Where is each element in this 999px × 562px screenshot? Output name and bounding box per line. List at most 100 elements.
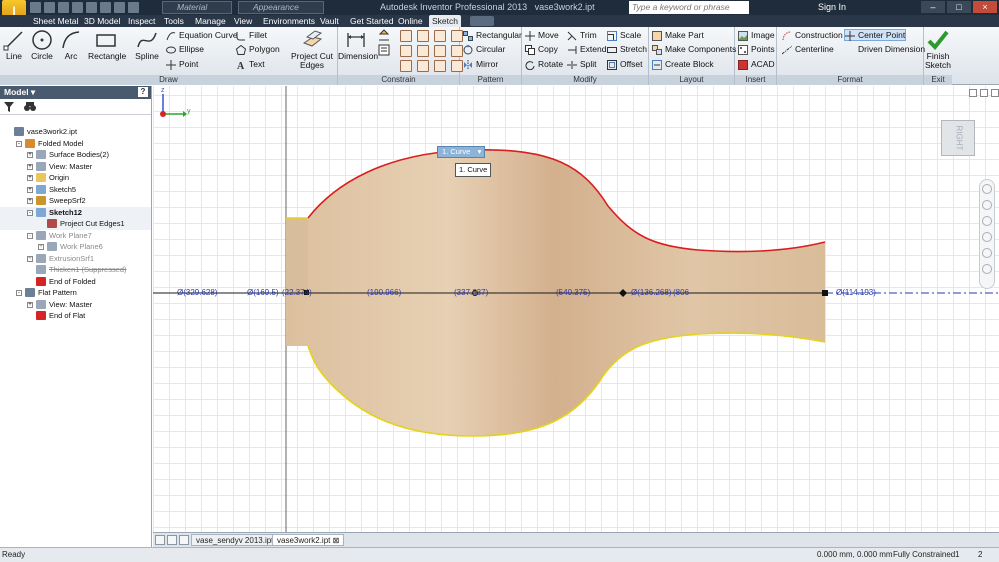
- tree-item[interactable]: - Folded Model: [0, 138, 151, 150]
- tree-item[interactable]: + Origin: [0, 172, 151, 184]
- maximize-icon[interactable]: □: [947, 1, 971, 13]
- restore-icon[interactable]: [969, 89, 977, 97]
- new-icon[interactable]: [30, 2, 41, 13]
- expand-icon[interactable]: +: [38, 244, 44, 250]
- insert-panel-title[interactable]: Insert: [735, 75, 776, 85]
- tab-view[interactable]: View: [231, 15, 255, 27]
- move-button[interactable]: Move: [525, 30, 559, 42]
- collapse-icon[interactable]: -: [16, 290, 22, 296]
- tree-item[interactable]: + Work Plane6: [0, 241, 151, 253]
- doc-tab-vase3work2[interactable]: vase3work2.ipt ⊠: [272, 534, 345, 546]
- smooth-constraint-icon[interactable]: [400, 60, 412, 72]
- tree-item[interactable]: + SweepSrf2: [0, 195, 151, 207]
- tab-sheet-metal[interactable]: Sheet Metal: [30, 15, 81, 27]
- tree-item[interactable]: Project Cut Edges1: [0, 218, 151, 230]
- show-constraints-icon[interactable]: [378, 44, 390, 56]
- expand-icon[interactable]: +: [27, 255, 33, 262]
- make-components-button[interactable]: Make Components: [652, 44, 736, 56]
- tree-item[interactable]: vase3work2.ipt: [0, 126, 151, 138]
- tab-get-started[interactable]: Get Started: [347, 15, 396, 27]
- expand-icon[interactable]: +: [27, 175, 33, 181]
- dimension-label-2[interactable]: (22.374): [282, 288, 312, 297]
- tree-item[interactable]: + View: Master: [0, 299, 151, 311]
- redo-icon[interactable]: [86, 2, 97, 13]
- minimize-icon[interactable]: –: [921, 1, 945, 13]
- maximize-view-icon[interactable]: [980, 89, 988, 97]
- mirror-button[interactable]: Mirror: [463, 59, 498, 71]
- sketch-point-end[interactable]: [822, 290, 828, 296]
- equation-curve-button[interactable]: Equation Curve: [166, 30, 238, 42]
- filter-icon[interactable]: [4, 102, 14, 112]
- tab-environments[interactable]: Environments: [260, 15, 318, 27]
- update-icon[interactable]: [114, 2, 125, 13]
- vase-upper-section[interactable]: [286, 149, 825, 293]
- browser-help-icon[interactable]: ?: [138, 87, 148, 97]
- expand-icon[interactable]: +: [27, 163, 33, 170]
- draw-panel-title[interactable]: Draw: [0, 75, 337, 85]
- center-point-button[interactable]: Center Point: [844, 29, 907, 41]
- arc-button[interactable]: Arc: [59, 27, 83, 61]
- material-dropdown[interactable]: Material: [162, 1, 232, 14]
- tree-item[interactable]: End of Flat: [0, 310, 151, 322]
- fillet-button[interactable]: Fillet: [236, 30, 267, 42]
- open-icon[interactable]: [44, 2, 55, 13]
- tree-item[interactable]: + View: Master: [0, 161, 151, 173]
- orbit-icon[interactable]: [982, 232, 992, 242]
- layout-panel-title[interactable]: Layout: [649, 75, 734, 85]
- dimension-label-1[interactable]: Ø(169.5): [247, 288, 279, 297]
- appearance-dropdown[interactable]: Appearance: [238, 1, 324, 14]
- tab-manage[interactable]: Manage: [192, 15, 229, 27]
- symmetric-constraint-icon[interactable]: [417, 60, 429, 72]
- auto-dimension-icon[interactable]: [378, 29, 390, 41]
- split-button[interactable]: Split: [567, 59, 597, 71]
- tab-3d-model[interactable]: 3D Model: [81, 15, 123, 27]
- coincident-constraint-icon[interactable]: [400, 30, 412, 42]
- chevron-down-icon[interactable]: ▾: [478, 147, 482, 157]
- spline-button[interactable]: Spline: [133, 27, 161, 61]
- text-button[interactable]: A Text: [236, 59, 265, 71]
- modify-panel-title[interactable]: Modify: [522, 75, 648, 85]
- undo-icon[interactable]: [72, 2, 83, 13]
- centerline-button[interactable]: Centerline: [782, 44, 834, 56]
- view-face-icon[interactable]: [982, 264, 992, 274]
- dimension-button[interactable]: Dimension: [338, 27, 378, 61]
- image-button[interactable]: Image: [738, 30, 775, 42]
- dimension-label-3[interactable]: (190.966): [367, 288, 401, 297]
- tab-tools[interactable]: Tools: [161, 15, 187, 27]
- close-tab-icon[interactable]: ⊠: [333, 536, 340, 545]
- concentric-constraint-icon[interactable]: [434, 30, 446, 42]
- close-view-icon[interactable]: [991, 89, 999, 97]
- points-button[interactable]: Points: [738, 44, 775, 56]
- pan-icon[interactable]: [982, 200, 992, 210]
- extend-button[interactable]: Extend: [567, 44, 606, 56]
- tab-online[interactable]: Online: [395, 15, 426, 27]
- line-button[interactable]: Line: [2, 27, 26, 61]
- create-block-button[interactable]: Create Block: [652, 59, 714, 71]
- find-icon[interactable]: [24, 102, 36, 112]
- tab-sketch[interactable]: Sketch: [429, 15, 461, 27]
- scale-button[interactable]: Scale: [607, 30, 641, 42]
- tree-item[interactable]: + Surface Bodies(2): [0, 149, 151, 161]
- pattern-panel-title[interactable]: Pattern: [460, 75, 521, 85]
- project-cut-edges-button[interactable]: Project Cut Edges: [290, 27, 334, 70]
- driven-dimension-button[interactable]: Driven Dimension: [845, 44, 925, 56]
- home-icon[interactable]: [100, 2, 111, 13]
- dimension-label-5[interactable]: (540.375): [556, 288, 590, 297]
- constrain-panel-title[interactable]: Constrain: [338, 75, 459, 85]
- arrange-windows-icon[interactable]: [179, 535, 189, 545]
- acad-button[interactable]: ACAD: [738, 59, 775, 71]
- collapse-icon[interactable]: -: [27, 232, 33, 239]
- tile-windows-icon[interactable]: [155, 535, 165, 545]
- perpendicular-constraint-icon[interactable]: [417, 45, 429, 57]
- close-icon[interactable]: ×: [973, 1, 997, 13]
- rotate-button[interactable]: Rotate: [525, 59, 563, 71]
- stretch-button[interactable]: Stretch: [607, 44, 647, 56]
- dimension-label-8[interactable]: Ø(114.193): [836, 288, 876, 297]
- collapse-icon[interactable]: -: [27, 209, 33, 216]
- tab-vault[interactable]: Vault: [317, 15, 342, 27]
- format-panel-title[interactable]: Format: [777, 75, 923, 85]
- rectangle-button[interactable]: Rectangle: [88, 27, 126, 61]
- circle-button[interactable]: Circle: [30, 27, 54, 61]
- finish-sketch-button[interactable]: Finish Sketch: [924, 27, 952, 70]
- look-at-icon[interactable]: [982, 248, 992, 258]
